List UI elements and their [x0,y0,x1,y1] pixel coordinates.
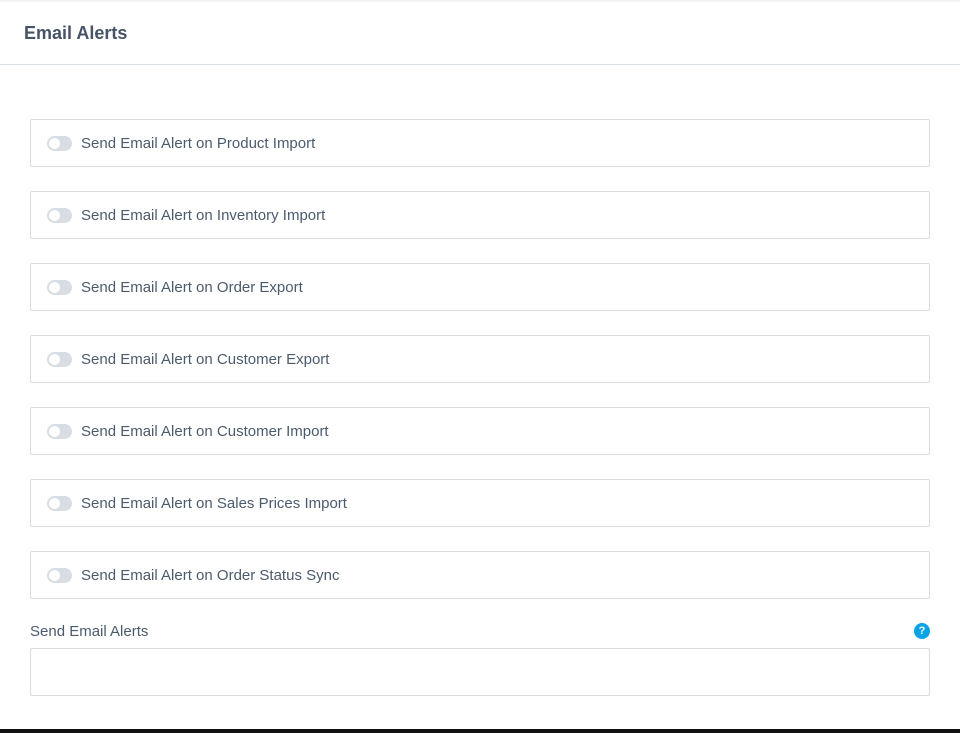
bottom-edge-bar [0,729,960,733]
toggle-switch[interactable] [47,135,72,151]
toggle-knob [49,209,60,221]
toggle-label: Send Email Alert on Product Import [81,134,316,152]
page-title: Email Alerts [24,22,128,43]
toggle-label: Send Email Alert on Customer Export [81,350,330,368]
toggle-row-order-export[interactable]: Send Email Alert on Order Export [30,263,930,311]
send-email-alerts-label: Send Email Alerts [30,622,149,640]
question-circle-icon[interactable]: ? [914,623,930,639]
toggle-label: Send Email Alert on Customer Import [81,422,329,440]
field-head: Send Email Alerts ? [30,621,930,641]
toggle-knob [49,137,60,149]
toggle-row-sales-prices-import[interactable]: Send Email Alert on Sales Prices Import [30,479,930,527]
toggle-switch[interactable] [47,207,72,223]
toggle-label: Send Email Alert on Sales Prices Import [81,494,347,512]
toggle-row-product-import[interactable]: Send Email Alert on Product Import [30,119,930,167]
email-alerts-card: Email Alerts Send Email Alert on Product… [0,0,960,733]
toggle-switch[interactable] [47,423,72,439]
toggle-switch[interactable] [47,495,72,511]
card-header: Email Alerts [0,2,960,65]
toggle-knob [49,425,60,437]
toggle-knob [49,353,60,365]
toggle-row-order-status-sync[interactable]: Send Email Alert on Order Status Sync [30,551,930,599]
toggle-row-customer-export[interactable]: Send Email Alert on Customer Export [30,335,930,383]
toggle-switch[interactable] [47,279,72,295]
toggle-switch[interactable] [47,351,72,367]
toggle-list: Send Email Alert on Product Import Send … [30,119,930,599]
toggle-knob [49,281,60,293]
toggle-label: Send Email Alert on Inventory Import [81,206,326,224]
toggle-switch[interactable] [47,567,72,583]
toggle-knob [49,569,60,581]
send-email-alerts-field: Send Email Alerts ? [30,621,930,696]
toggle-knob [49,497,60,509]
toggle-row-customer-import[interactable]: Send Email Alert on Customer Import [30,407,930,455]
toggle-label: Send Email Alert on Order Export [81,278,303,296]
toggle-row-inventory-import[interactable]: Send Email Alert on Inventory Import [30,191,930,239]
toggle-label: Send Email Alert on Order Status Sync [81,566,340,584]
send-email-alerts-input[interactable] [30,648,930,696]
